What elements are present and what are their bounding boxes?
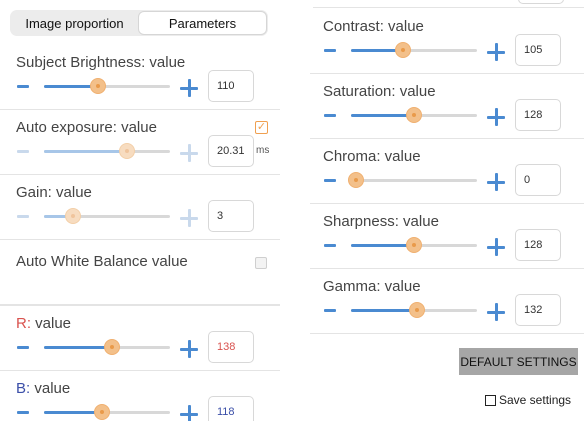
subject-brightness-minus-button[interactable]	[17, 85, 29, 88]
save-settings-checkbox[interactable]	[485, 394, 496, 406]
contrast-value-field[interactable]: 105	[515, 34, 561, 66]
right-panel: Contrast: value 105 Saturation: value 12…	[310, 9, 584, 334]
tab-parameters[interactable]: Parameters	[138, 11, 267, 35]
auto-exposure-slider-thumb[interactable]	[119, 143, 136, 159]
r-plus-button[interactable]	[180, 340, 198, 358]
auto-exposure-minus-button[interactable]	[17, 150, 29, 153]
previous-row-edge	[313, 0, 584, 8]
auto-exposure-plus-button[interactable]	[180, 144, 198, 162]
r-slider-fill	[44, 346, 113, 349]
auto-exposure-checkbox[interactable]: ✓	[255, 121, 268, 134]
subject-brightness-slider[interactable]	[44, 78, 170, 94]
r-prefix: R:	[16, 315, 31, 332]
sharpness-minus-button[interactable]	[324, 244, 336, 247]
saturation-plus-button[interactable]	[487, 108, 505, 126]
gain-label: Gain: value	[16, 184, 92, 201]
subject-brightness-row: Subject Brightness: value 110	[0, 45, 280, 110]
b-minus-button[interactable]	[17, 411, 29, 414]
chroma-plus-button[interactable]	[487, 173, 505, 191]
gain-minus-button[interactable]	[17, 215, 29, 218]
gain-plus-button[interactable]	[180, 209, 198, 227]
default-settings-button[interactable]: DEFAULT SETTINGS	[459, 348, 578, 375]
b-plus-button[interactable]	[180, 405, 198, 421]
saturation-label: Saturation: value	[323, 83, 436, 100]
auto-exposure-slider-fill	[44, 150, 128, 153]
save-settings-option[interactable]: Save settings	[485, 393, 571, 407]
auto-exposure-unit: ms	[256, 145, 270, 156]
chroma-row: Chroma: value 0	[310, 139, 584, 204]
gain-slider[interactable]	[44, 208, 170, 224]
b-label: B: value	[16, 380, 70, 397]
tab-bar: Image proportion Parameters	[10, 10, 268, 36]
contrast-slider[interactable]	[351, 42, 477, 58]
save-settings-label: Save settings	[499, 393, 572, 407]
b-value-field[interactable]: 118	[208, 396, 254, 421]
subject-brightness-label: Subject Brightness: value	[16, 54, 186, 71]
auto-white-balance-row: Auto White Balance value	[0, 240, 280, 305]
b-label-text: value	[30, 380, 71, 397]
auto-exposure-row: Auto exposure: value ✓ 20.31 ms	[0, 110, 280, 175]
r-row: R: value 138	[0, 306, 280, 371]
saturation-slider-fill	[351, 114, 414, 117]
previous-value-field-edge	[518, 0, 564, 4]
gamma-slider-fill	[351, 309, 417, 312]
contrast-label: Contrast: value	[323, 18, 424, 35]
chroma-value-field[interactable]: 0	[515, 164, 561, 196]
saturation-value-field[interactable]: 128	[515, 99, 561, 131]
chroma-label: Chroma: value	[323, 148, 421, 165]
subject-brightness-value-field[interactable]: 110	[208, 70, 254, 102]
auto-white-balance-label: Auto White Balance value	[16, 253, 188, 270]
gamma-label: Gamma: value	[323, 278, 421, 295]
chroma-slider-thumb[interactable]	[348, 172, 365, 188]
saturation-row: Saturation: value 128	[310, 74, 584, 139]
r-slider-thumb[interactable]	[104, 339, 121, 355]
gamma-slider[interactable]	[351, 302, 477, 318]
chroma-slider[interactable]	[348, 172, 477, 188]
r-slider[interactable]	[44, 339, 170, 355]
contrast-minus-button[interactable]	[324, 49, 336, 52]
contrast-plus-button[interactable]	[487, 43, 505, 61]
contrast-row: Contrast: value 105	[310, 9, 584, 74]
auto-exposure-value-field[interactable]: 20.31	[208, 135, 254, 167]
gamma-slider-thumb[interactable]	[408, 302, 425, 318]
tab-image-proportion[interactable]: Image proportion	[11, 11, 138, 35]
r-minus-button[interactable]	[17, 346, 29, 349]
r-label: R: value	[16, 315, 71, 332]
sharpness-slider-fill	[351, 244, 414, 247]
auto-exposure-slider[interactable]	[44, 143, 170, 159]
auto-white-balance-checkbox[interactable]	[255, 257, 267, 269]
saturation-slider[interactable]	[351, 107, 477, 123]
b-slider[interactable]	[44, 404, 170, 420]
b-prefix: B:	[16, 380, 31, 397]
b-row: B: value 118	[0, 371, 280, 421]
subject-brightness-slider-thumb[interactable]	[90, 78, 107, 94]
gain-slider-thumb[interactable]	[64, 208, 81, 224]
sharpness-value-field[interactable]: 128	[515, 229, 561, 261]
b-slider-thumb[interactable]	[93, 404, 110, 420]
sharpness-row: Sharpness: value 128	[310, 204, 584, 269]
contrast-slider-thumb[interactable]	[394, 42, 411, 58]
gain-value-field[interactable]: 3	[208, 200, 254, 232]
gain-row: Gain: value 3	[0, 175, 280, 240]
sharpness-plus-button[interactable]	[487, 238, 505, 256]
gamma-minus-button[interactable]	[324, 309, 336, 312]
gamma-value-field[interactable]: 132	[515, 294, 561, 326]
r-value-field[interactable]: 138	[208, 331, 254, 363]
gamma-row: Gamma: value 132	[310, 269, 584, 334]
sharpness-slider-thumb[interactable]	[406, 237, 422, 253]
saturation-minus-button[interactable]	[324, 114, 336, 117]
saturation-slider-thumb[interactable]	[406, 107, 422, 123]
chroma-minus-button[interactable]	[324, 179, 336, 182]
auto-exposure-label: Auto exposure: value	[16, 119, 157, 136]
left-panel: Subject Brightness: value 110 Auto expos…	[0, 45, 280, 421]
subject-brightness-plus-button[interactable]	[180, 79, 198, 97]
sharpness-label: Sharpness: value	[323, 213, 439, 230]
r-label-text: value	[31, 315, 72, 332]
sharpness-slider[interactable]	[351, 237, 477, 253]
gamma-plus-button[interactable]	[487, 303, 505, 321]
